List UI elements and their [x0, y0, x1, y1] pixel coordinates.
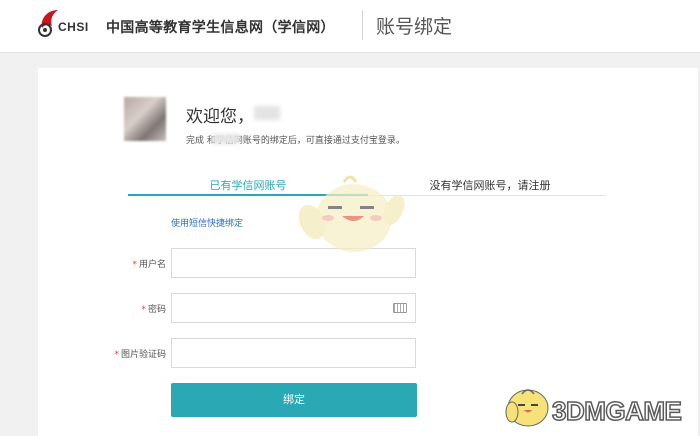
username-label: * 用户名 [110, 257, 166, 270]
top-header: CHSI 中国高等教育学生信息网（学信网） 账号绑定 [0, 0, 700, 53]
bind-button[interactable]: 绑定 [171, 383, 417, 417]
logo-text: CHSI [58, 20, 89, 34]
password-label-text: 密码 [147, 305, 166, 315]
tab-register[interactable]: 没有学信网账号，请注册 [370, 177, 610, 193]
watermark-text: 3DMGAME [551, 395, 682, 427]
keyboard-icon[interactable] [393, 303, 407, 313]
password-input[interactable] [171, 293, 416, 323]
captcha-input[interactable] [171, 338, 416, 368]
required-mark: * [132, 260, 137, 270]
sms-bind-link[interactable]: 使用短信快捷绑定 [171, 216, 243, 229]
required-mark: * [114, 350, 119, 360]
username-label-text: 用户名 [138, 260, 166, 270]
page-title: 账号绑定 [376, 16, 453, 38]
avatar [124, 97, 166, 141]
captcha-label: * 图片验证码 [110, 347, 166, 360]
required-mark: * [141, 305, 146, 315]
header-divider [362, 10, 363, 40]
site-name[interactable]: 中国高等教育学生信息网（学信网） [106, 17, 335, 37]
password-label: * 密码 [110, 302, 166, 315]
welcome-greeting: 欢迎您， [186, 107, 254, 127]
mascot-watermark-icon [298, 175, 405, 252]
description-blurred-part [212, 134, 240, 144]
captcha-label-text: 图片验证码 [120, 350, 166, 360]
welcome-username-blurred [254, 106, 280, 120]
